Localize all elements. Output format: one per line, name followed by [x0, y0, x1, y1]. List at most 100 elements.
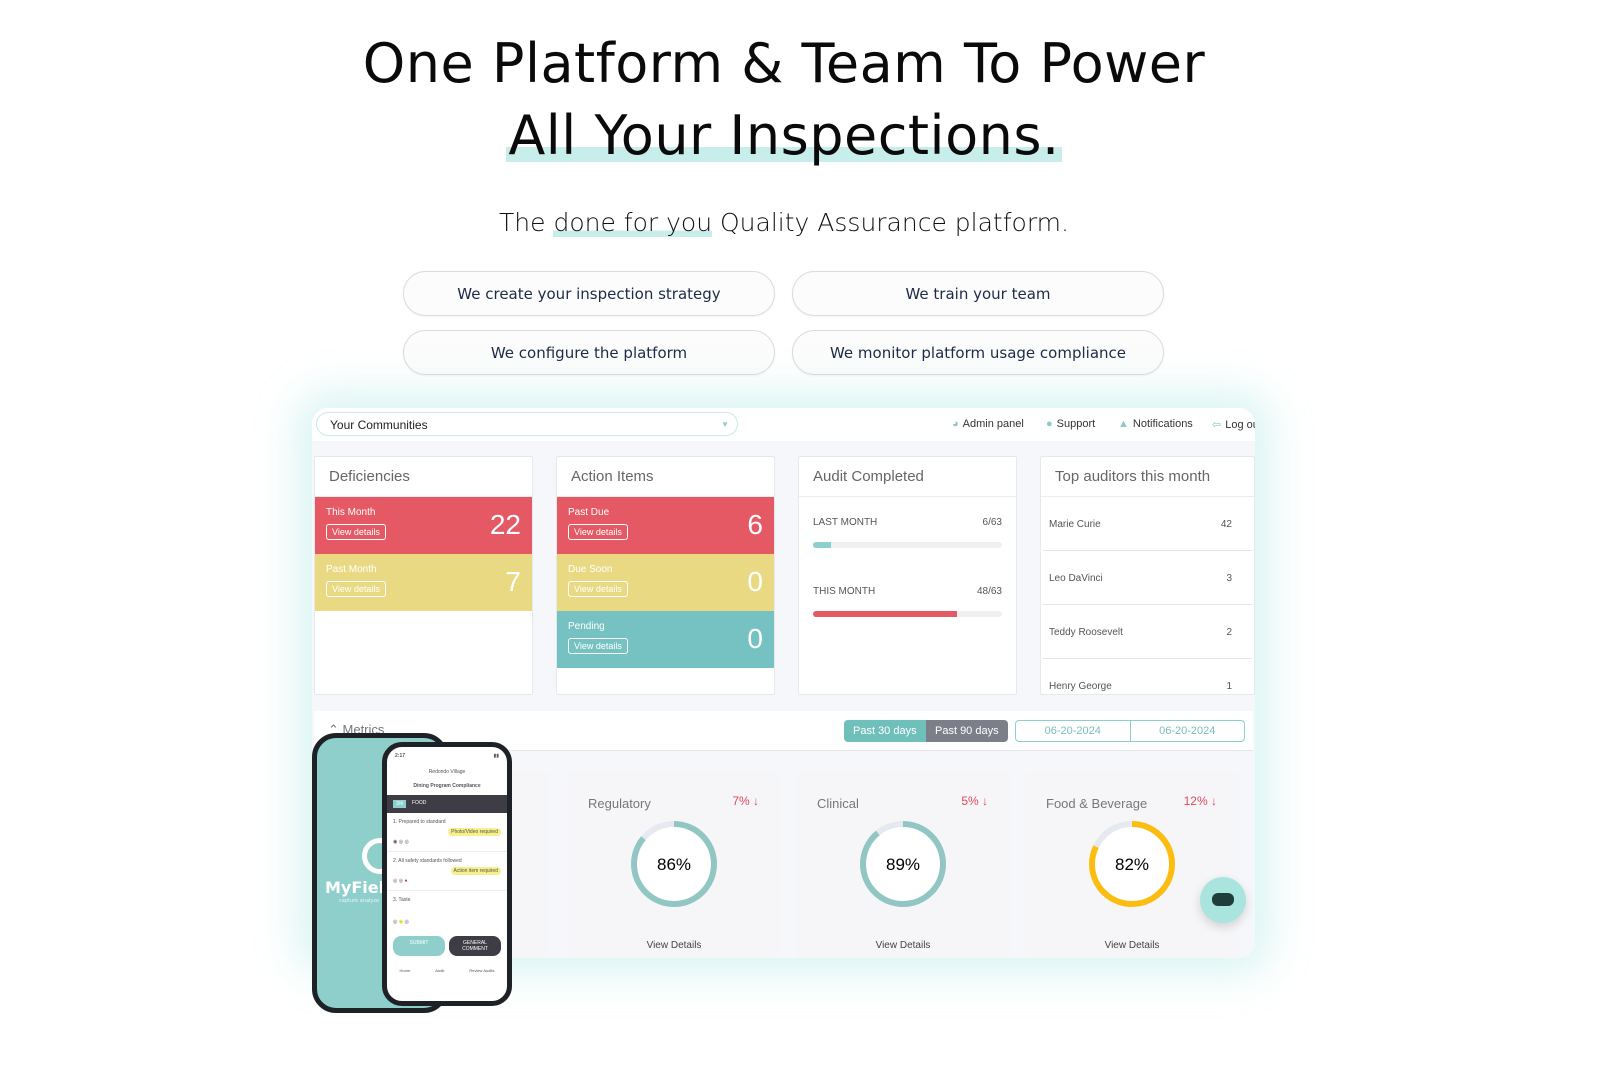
nav-support[interactable]: ● Support — [1046, 418, 1095, 430]
community-select-value: Your Communities — [330, 418, 428, 432]
range-past-30-button[interactable]: Past 30 days — [844, 720, 926, 742]
phone-time: 2:17 — [395, 753, 406, 759]
chat-button[interactable] — [1200, 877, 1246, 923]
auditor-name: Teddy Roosevelt — [1049, 627, 1123, 638]
auditor-name: Henry George — [1049, 681, 1112, 692]
view-details-link[interactable]: View Details — [796, 940, 1010, 951]
question: 2. All safety standards followed — [393, 858, 462, 864]
view-details-button[interactable]: View details — [568, 581, 628, 597]
card-title: Top auditors this month — [1041, 457, 1254, 497]
auditor-count: 1 — [1226, 681, 1232, 692]
pill-monitor-compliance[interactable]: We monitor platform usage compliance — [792, 330, 1164, 375]
card-title: Audit Completed — [799, 457, 1016, 497]
pill-configure-platform[interactable]: We configure the platform — [403, 330, 775, 375]
nav-label: Support — [1056, 418, 1096, 430]
subtitle-pre: The — [499, 208, 554, 237]
nav-notifications[interactable]: ▲ Notifications — [1118, 418, 1193, 430]
donut-value: 86% — [657, 855, 691, 874]
block-value: 7 — [505, 566, 521, 597]
answer-icons[interactable]: ◎ ◉ ◎ — [393, 919, 501, 925]
audit-last-month: LAST MONTH 6/63 — [813, 517, 1002, 528]
general-comment-button[interactable]: GENERAL COMMENT — [449, 936, 501, 956]
tab-home[interactable]: Home — [400, 968, 411, 973]
block-label: Pending — [568, 621, 605, 632]
hero-subtitle: The done for you Quality Assurance platf… — [0, 208, 1568, 237]
phone-community: Redondo Village — [428, 769, 466, 775]
view-details-button[interactable]: View details — [326, 524, 386, 540]
tab-audit[interactable]: Audit — [435, 968, 444, 973]
row-value: 48/63 — [976, 586, 1002, 597]
dashboard-icon: ◕ — [952, 418, 959, 430]
answer-icons[interactable]: ◎ ◎ ● — [393, 878, 501, 884]
metric-card-clinical: Clinical 5% ↓ 89% View Details — [796, 772, 1010, 958]
auditor-count: 3 — [1226, 573, 1232, 584]
answer-icons[interactable]: ◉ ◎ ◎ — [393, 839, 501, 845]
audit-this-month: THIS MONTH 48/63 — [813, 586, 1002, 597]
hero-title-line1: One Platform & Team To Power — [362, 32, 1206, 95]
view-details-button[interactable]: View details — [568, 524, 628, 540]
nav-label: Admin panel — [962, 418, 1024, 430]
range-past-90-button[interactable]: Past 90 days — [926, 720, 1008, 742]
phone-program: Dining Program Compliance — [413, 783, 481, 789]
section-count: 3/4 — [393, 800, 406, 808]
submit-button[interactable]: SUBMIT — [393, 936, 445, 956]
auditor-count: 2 — [1226, 627, 1232, 638]
metric-delta: 12% ↓ — [1184, 794, 1217, 808]
view-details-link[interactable]: View Details — [1025, 940, 1239, 951]
pill-inspection-strategy[interactable]: We create your inspection strategy — [403, 271, 775, 316]
view-details-button[interactable]: View details — [326, 581, 386, 597]
row-label: THIS MONTH — [813, 586, 876, 597]
nav-admin-panel[interactable]: ◕ Admin panel — [952, 418, 1024, 430]
delta-value: 12% — [1183, 794, 1208, 808]
action-past-due: Past Due View details 6 — [557, 497, 774, 554]
deficiency-this-month: This Month View details 22 — [315, 497, 532, 554]
action-pending: Pending View details 0 — [557, 611, 774, 668]
auditor-name: Marie Curie — [1049, 519, 1101, 530]
pill-train-team[interactable]: We train your team — [792, 271, 1164, 316]
question: 3. Taste — [393, 897, 411, 903]
donut-value: 82% — [1115, 855, 1149, 874]
question-tag: Action item required — [450, 867, 501, 875]
delta-value: 5% — [961, 794, 979, 808]
view-details-button[interactable]: View details — [568, 638, 628, 654]
bell-icon: ▲ — [1118, 418, 1129, 430]
metric-delta: 7% ↓ — [732, 794, 759, 808]
subtitle-post: Quality Assurance platform. — [712, 208, 1069, 237]
block-label: Due Soon — [568, 564, 613, 575]
delta-value: 7% — [732, 794, 750, 808]
status-icons: ▮▮ — [493, 753, 499, 759]
phone-front: 2:17 ▮▮ Redondo Village Dining Program Co… — [382, 742, 512, 1006]
subtitle-highlight: done for you — [553, 208, 713, 237]
progress-bar — [813, 542, 1002, 548]
progress-fill — [813, 542, 831, 548]
metric-title: Clinical — [817, 796, 859, 811]
tab-review-audits[interactable]: Review Audits — [469, 968, 494, 973]
arrow-down-icon: ↓ — [982, 794, 988, 808]
date-to[interactable]: 06-20-2024 — [1129, 721, 1245, 741]
card-title: Deficiencies — [315, 457, 532, 497]
auditor-row: Henry George 1 — [1043, 659, 1252, 713]
community-select[interactable]: Your Communities ▼ — [316, 412, 738, 436]
block-value: 6 — [747, 509, 763, 540]
logout-icon: ⇦ — [1212, 419, 1222, 431]
auditor-name: Leo DaVinci — [1049, 573, 1103, 584]
question: 1. Prepared to standard — [393, 819, 446, 825]
date-from[interactable]: 06-20-2024 — [1016, 721, 1130, 741]
block-value: 22 — [489, 509, 521, 540]
nav-label: Notifications — [1132, 418, 1193, 430]
donut-chart: 86% — [631, 821, 717, 907]
progress-fill — [813, 611, 958, 617]
auditor-row: Marie Curie 42 — [1043, 497, 1252, 551]
block-value: 0 — [747, 566, 763, 597]
nav-logout[interactable]: ⇦Log out — [1212, 418, 1255, 432]
auditor-count: 42 — [1220, 519, 1232, 530]
action-due-soon: Due Soon View details 0 — [557, 554, 774, 611]
view-details-link[interactable]: View Details — [567, 940, 781, 951]
date-range-picker[interactable]: 06-20-2024 06-20-2024 — [1015, 720, 1245, 742]
deficiencies-card: Deficiencies This Month View details 22 Pa… — [314, 456, 533, 695]
section-name: FOOD — [411, 800, 427, 806]
arrow-down-icon: ↓ — [1211, 794, 1217, 808]
nav-label: Log out — [1225, 418, 1255, 431]
block-label: Past Month — [326, 564, 377, 575]
user-icon: ● — [1046, 418, 1053, 430]
